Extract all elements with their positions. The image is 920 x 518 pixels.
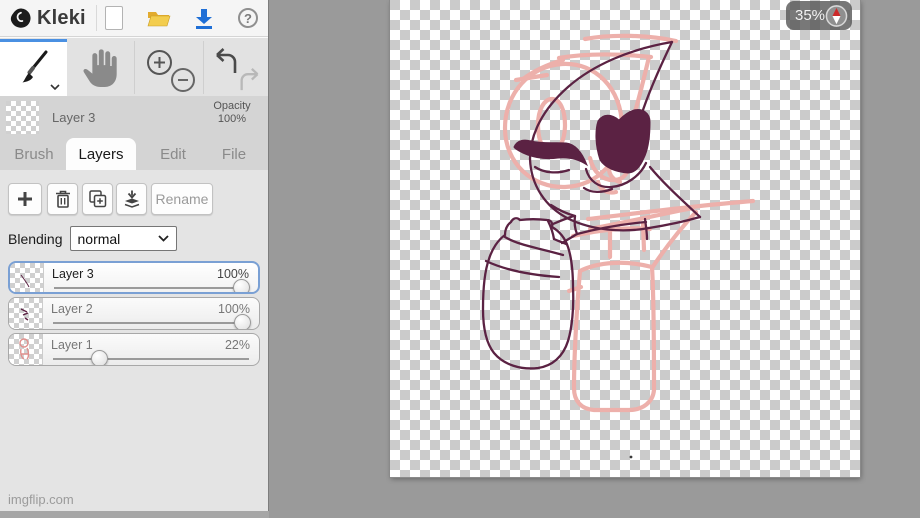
help-button[interactable]: ? <box>231 0 265 36</box>
duplicate-layer-button[interactable] <box>82 183 113 215</box>
trash-icon <box>55 190 70 208</box>
layer-row-layer3[interactable]: Layer 3 100% <box>8 261 260 294</box>
canvas-drawing <box>481 33 756 459</box>
tool-row <box>0 37 268 97</box>
layer-opacity-slider[interactable] <box>51 350 251 365</box>
topbar: Kleki ? <box>0 0 268 37</box>
chevron-down-icon <box>50 84 60 90</box>
active-layer-name: Layer 3 <box>52 109 96 125</box>
brush-tool-button[interactable] <box>0 39 67 97</box>
tab-layers[interactable]: Layers <box>66 138 136 170</box>
add-layer-button[interactable] <box>8 183 42 215</box>
compass-rotation-icon[interactable] <box>825 4 848 28</box>
kleki-logo[interactable]: Kleki <box>0 7 86 30</box>
opacity-label: Opacity <box>213 100 251 112</box>
plus-icon <box>18 192 32 206</box>
ink-layer <box>481 40 702 459</box>
canvas[interactable] <box>389 0 861 478</box>
active-layer-preview: Layer 3 Opacity 100% <box>0 96 268 138</box>
blending-row: Blending normal <box>8 226 177 251</box>
zoom-badge: 35% <box>786 1 852 30</box>
layer-row-layer1[interactable]: Layer 1 22% <box>8 333 260 366</box>
layer-row-layer2[interactable]: Layer 2 100% <box>8 297 260 330</box>
zoom-in-icon <box>147 50 172 75</box>
panel-tabs: Brush Layers Edit File <box>0 138 268 170</box>
layer2-thumbnail <box>9 298 43 329</box>
layer-name: Layer 1 <box>51 338 93 352</box>
rename-layer-button[interactable]: Rename <box>151 183 213 215</box>
blending-select[interactable]: normal <box>69 226 177 251</box>
hand-tool-button[interactable] <box>67 39 134 97</box>
delete-layer-button[interactable] <box>47 183 78 215</box>
open-file-button[interactable] <box>142 0 176 36</box>
tab-brush[interactable]: Brush <box>4 138 64 170</box>
tab-edit[interactable]: Edit <box>144 138 202 170</box>
undo-icon <box>216 48 237 73</box>
redo-button[interactable] <box>238 68 263 94</box>
layer-opacity-slider[interactable] <box>52 279 250 292</box>
left-panel: Kleki ? Layer 3 Opacity 100% Brush Layer… <box>0 0 269 518</box>
layers-panel: Rename Blending normal Layer 3 100% Laye… <box>0 170 268 511</box>
slider-track <box>53 358 249 360</box>
new-page-icon <box>105 6 123 30</box>
tool-divider-2 <box>203 41 204 94</box>
zoom-out-icon <box>171 68 195 92</box>
download-icon <box>196 8 212 29</box>
select-chevron-icon <box>157 235 169 242</box>
blending-value: normal <box>77 230 121 247</box>
layer-opacity-slider[interactable] <box>51 314 251 329</box>
active-layer-thumbnail[interactable] <box>6 100 39 134</box>
folder-icon <box>147 12 171 27</box>
layer-name: Layer 2 <box>51 302 93 316</box>
tool-divider <box>134 41 135 94</box>
merge-layer-button[interactable] <box>116 183 147 215</box>
layer-opacity-value: 22% <box>224 338 250 352</box>
bottom-strip <box>0 511 269 518</box>
merge-down-icon <box>124 190 139 208</box>
redo-icon <box>240 68 259 91</box>
opacity-value: 100% <box>217 113 247 125</box>
slider-knob[interactable] <box>234 314 251 329</box>
layer3-thumbnail <box>10 263 44 292</box>
zoom-level: 35% <box>795 7 826 24</box>
slider-knob[interactable] <box>91 350 109 365</box>
zoom-out-button[interactable] <box>170 67 196 96</box>
slider-knob[interactable] <box>233 279 250 292</box>
duplicate-icon <box>88 190 106 208</box>
app-title: Kleki <box>37 6 86 29</box>
new-image-button[interactable] <box>97 0 131 36</box>
slider-track <box>54 287 248 289</box>
slider-track <box>53 322 249 324</box>
download-button[interactable] <box>187 0 221 36</box>
help-icon: ? <box>238 8 258 28</box>
workspace: 35% <box>270 0 920 518</box>
hand-icon <box>83 48 117 87</box>
layer-name: Layer 3 <box>52 267 94 281</box>
kleki-logo-icon <box>10 7 31 28</box>
brush-icon <box>22 50 47 83</box>
undo-button[interactable] <box>211 48 239 77</box>
blending-label: Blending <box>8 230 63 247</box>
opacity-readout: Opacity 100% <box>206 100 258 126</box>
imgflip-watermark: imgflip.com <box>8 492 74 507</box>
zoom-in-button[interactable] <box>146 49 173 79</box>
layer1-thumbnail <box>9 334 43 365</box>
tab-file[interactable]: File <box>206 138 262 170</box>
kleki-app: Kleki ? Layer 3 Opacity 100% Brush Layer… <box>0 0 920 518</box>
